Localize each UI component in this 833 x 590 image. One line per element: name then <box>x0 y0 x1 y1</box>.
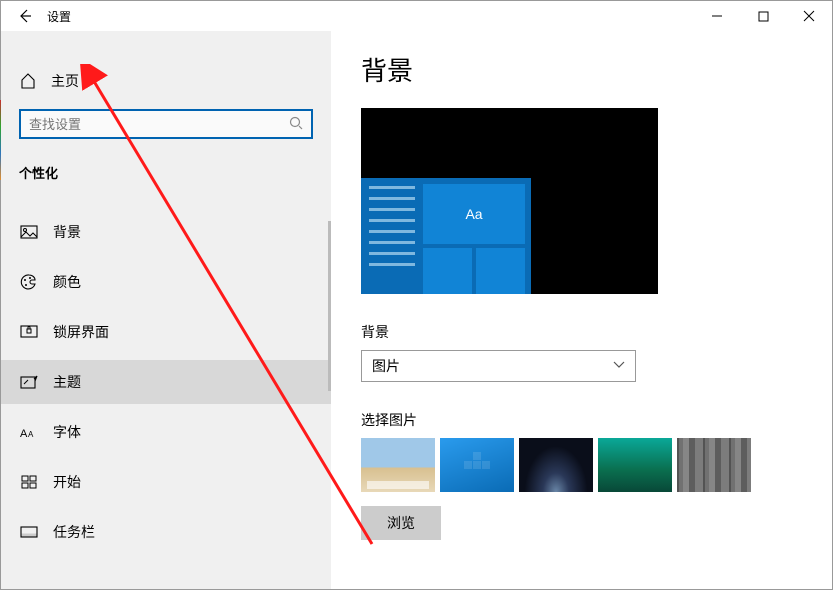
thumbnail[interactable] <box>677 438 751 492</box>
sidebar-item-start[interactable]: 开始 <box>1 460 331 504</box>
category-label: 个性化 <box>1 153 331 190</box>
thumbnail[interactable] <box>440 438 514 492</box>
svg-text:A: A <box>20 428 28 439</box>
scrollbar[interactable] <box>328 221 331 391</box>
start-icon <box>19 473 39 491</box>
sidebar-item-font[interactable]: AA 字体 <box>1 410 331 454</box>
sidebar-item-label: 任务栏 <box>53 522 95 542</box>
image-icon <box>19 223 39 241</box>
image-thumbnails <box>361 438 802 492</box>
select-image-label: 选择图片 <box>361 410 802 430</box>
svg-text:A: A <box>28 430 34 439</box>
sidebar-item-label: 背景 <box>53 222 81 242</box>
browse-button[interactable]: 浏览 <box>361 506 441 540</box>
search-icon <box>289 116 303 133</box>
home-icon <box>19 72 37 90</box>
sidebar-item-palette[interactable]: 颜色 <box>1 260 331 304</box>
preview-start-menu: Aa <box>361 178 531 294</box>
back-button[interactable] <box>15 6 35 26</box>
home-label: 主页 <box>51 71 79 91</box>
content-area: 背景 Aa 背景 图片 <box>331 31 832 589</box>
sidebar-item-brush[interactable]: 主题 <box>1 360 331 404</box>
sidebar: 主页 个性化 背景颜色锁屏界面主题 AA 字体开始任务栏 <box>1 31 331 589</box>
search-input[interactable] <box>29 117 289 132</box>
minimize-button[interactable] <box>694 1 740 31</box>
sidebar-item-taskbar[interactable]: 任务栏 <box>1 510 331 554</box>
thumbnail[interactable] <box>519 438 593 492</box>
palette-icon <box>19 273 39 291</box>
brush-icon <box>19 373 39 391</box>
window-title: 设置 <box>47 8 71 25</box>
dropdown-value: 图片 <box>372 356 613 376</box>
sidebar-item-label: 颜色 <box>53 272 81 292</box>
background-label: 背景 <box>361 322 802 342</box>
background-dropdown[interactable]: 图片 <box>361 350 636 382</box>
sidebar-item-label: 主题 <box>53 372 81 392</box>
font-icon: AA <box>19 423 39 441</box>
taskbar-icon <box>19 523 39 541</box>
home-button[interactable]: 主页 <box>1 61 331 101</box>
lock-icon <box>19 323 39 341</box>
sidebar-item-image[interactable]: 背景 <box>1 210 331 254</box>
chevron-down-icon <box>613 361 625 372</box>
sidebar-item-label: 开始 <box>53 472 81 492</box>
preview-tile: Aa <box>423 184 525 244</box>
desktop-preview: Aa <box>361 108 658 294</box>
sidebar-item-label: 字体 <box>53 422 81 442</box>
thumbnail[interactable] <box>598 438 672 492</box>
sidebar-item-label: 锁屏界面 <box>53 322 109 342</box>
search-box[interactable] <box>19 109 313 139</box>
maximize-button[interactable] <box>740 1 786 31</box>
titlebar: 设置 <box>1 1 832 31</box>
close-button[interactable] <box>786 1 832 31</box>
system-buttons <box>694 1 832 31</box>
sidebar-item-lock[interactable]: 锁屏界面 <box>1 310 331 354</box>
settings-window: 设置 主页 <box>0 0 833 590</box>
page-title: 背景 <box>361 51 802 88</box>
thumbnail[interactable] <box>361 438 435 492</box>
